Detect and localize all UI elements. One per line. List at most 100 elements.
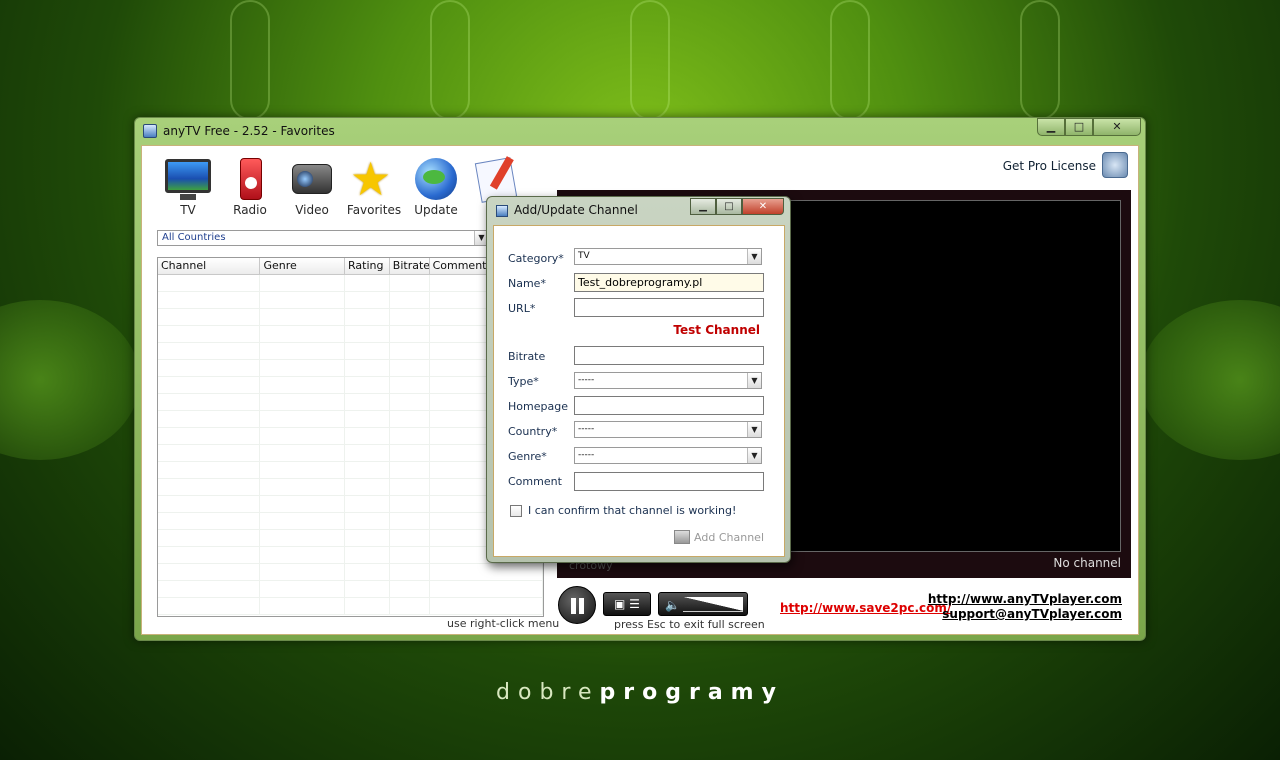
- maximize-button[interactable]: □: [1065, 118, 1093, 136]
- genre-select[interactable]: ----- ▼: [574, 447, 762, 464]
- table-row[interactable]: [158, 564, 543, 581]
- add-channel-button[interactable]: Add Channel: [674, 530, 764, 544]
- video-button[interactable]: Video: [284, 156, 340, 217]
- genre-value: -----: [578, 450, 595, 460]
- table-cell: [345, 564, 390, 580]
- dialog-maximize-button[interactable]: □: [716, 198, 742, 215]
- table-row[interactable]: [158, 581, 543, 598]
- table-row[interactable]: [158, 598, 543, 615]
- table-cell: [158, 479, 261, 495]
- dialog-minimize-button[interactable]: ▁: [690, 198, 716, 215]
- table-cell: [345, 394, 390, 410]
- table-cell: [158, 377, 261, 393]
- tv-icon: [164, 156, 212, 202]
- radio-button[interactable]: Radio: [222, 156, 278, 217]
- table-cell: [260, 394, 346, 410]
- minimize-button[interactable]: ▁: [1037, 118, 1065, 136]
- type-select[interactable]: ----- ▼: [574, 372, 762, 389]
- name-label: Name*: [508, 277, 546, 290]
- table-cell: [260, 411, 346, 427]
- table-cell: [390, 343, 430, 359]
- dialog-close-button[interactable]: ✕: [742, 198, 784, 215]
- dialog-form: Category* TV ▼ Name* Test_dobreprogramy.…: [493, 225, 785, 557]
- table-cell: [390, 564, 430, 580]
- column-header-genre[interactable]: Genre: [260, 258, 346, 274]
- table-cell: [158, 326, 261, 342]
- table-cell: [260, 428, 346, 444]
- main-toolbar: TV Radio Video ★ Favorites Update: [160, 156, 526, 217]
- country-filter-select[interactable]: All Countries ▼: [157, 230, 489, 246]
- table-cell: [390, 292, 430, 308]
- table-cell: [345, 530, 390, 546]
- country-select[interactable]: ----- ▼: [574, 421, 762, 438]
- tv-button[interactable]: TV: [160, 156, 216, 217]
- table-cell: [260, 598, 346, 614]
- table-cell: [260, 309, 346, 325]
- volume-slider[interactable]: [683, 597, 743, 612]
- chevron-down-icon[interactable]: ▼: [747, 448, 761, 463]
- view-mode-button[interactable]: ▣ ☰: [603, 592, 651, 616]
- table-cell: [430, 598, 543, 614]
- confirm-checkbox[interactable]: [510, 504, 522, 517]
- table-cell: [158, 275, 261, 291]
- background-swirl: [1020, 0, 1060, 120]
- radio-icon: [226, 156, 274, 202]
- table-cell: [260, 292, 346, 308]
- url-field[interactable]: [574, 298, 764, 317]
- get-pro-license-link[interactable]: Get Pro License: [1003, 159, 1096, 173]
- update-button[interactable]: Update: [408, 156, 464, 217]
- background-swirl: [830, 0, 870, 120]
- test-channel-link[interactable]: Test Channel: [673, 323, 760, 337]
- table-cell: [158, 394, 261, 410]
- table-cell: [158, 343, 261, 359]
- table-cell: [260, 530, 346, 546]
- table-cell: [345, 479, 390, 495]
- column-header-channel[interactable]: Channel: [158, 258, 261, 274]
- tool-label: Radio: [233, 203, 267, 217]
- table-cell: [390, 598, 430, 614]
- name-field[interactable]: Test_dobreprogramy.pl: [574, 273, 764, 292]
- pause-button[interactable]: [558, 586, 596, 624]
- table-cell: [260, 377, 346, 393]
- title-bar[interactable]: anyTV Free - 2.52 - Favorites ▁ □ ✕: [135, 118, 1145, 144]
- save2pc-link[interactable]: http://www.save2pc.com/: [780, 601, 951, 615]
- table-cell: [158, 564, 261, 580]
- dobreprogramy-logo: dobreprogramy: [0, 680, 1280, 705]
- comment-field[interactable]: [574, 472, 764, 491]
- bitrate-label: Bitrate: [508, 350, 546, 363]
- chevron-down-icon[interactable]: ▼: [747, 422, 761, 437]
- chevron-down-icon[interactable]: ▼: [747, 249, 761, 264]
- table-cell: [345, 326, 390, 342]
- support-email-link[interactable]: support@anyTVplayer.com: [928, 607, 1122, 622]
- category-select[interactable]: TV ▼: [574, 248, 762, 265]
- table-cell: [158, 445, 261, 461]
- favorites-button[interactable]: ★ Favorites: [346, 156, 402, 217]
- background-swirl: [230, 0, 270, 120]
- logo-left: dobre: [496, 680, 600, 705]
- website-link[interactable]: http://www.anyTVplayer.com: [928, 592, 1122, 607]
- table-cell: [390, 360, 430, 376]
- country-label: Country*: [508, 425, 558, 438]
- column-header-rating[interactable]: Rating: [345, 258, 390, 274]
- table-cell: [345, 275, 390, 291]
- table-cell: [390, 394, 430, 410]
- table-cell: [390, 377, 430, 393]
- table-cell: [345, 343, 390, 359]
- table-cell: [390, 547, 430, 563]
- background-swirl: [430, 0, 470, 120]
- table-cell: [390, 428, 430, 444]
- volume-control[interactable]: 🔈: [658, 592, 748, 616]
- column-header-bitrate[interactable]: Bitrate: [390, 258, 430, 274]
- app-icon: [143, 124, 157, 138]
- table-cell: [390, 309, 430, 325]
- pro-license-icon[interactable]: [1102, 152, 1128, 178]
- table-cell: [158, 581, 261, 597]
- homepage-field[interactable]: [574, 396, 764, 415]
- chevron-down-icon[interactable]: ▼: [747, 373, 761, 388]
- bitrate-field[interactable]: [574, 346, 764, 365]
- comment-label: Comment: [508, 475, 562, 488]
- table-cell: [158, 530, 261, 546]
- table-cell: [158, 309, 261, 325]
- close-button[interactable]: ✕: [1093, 118, 1141, 136]
- background-glow-left: [0, 300, 140, 460]
